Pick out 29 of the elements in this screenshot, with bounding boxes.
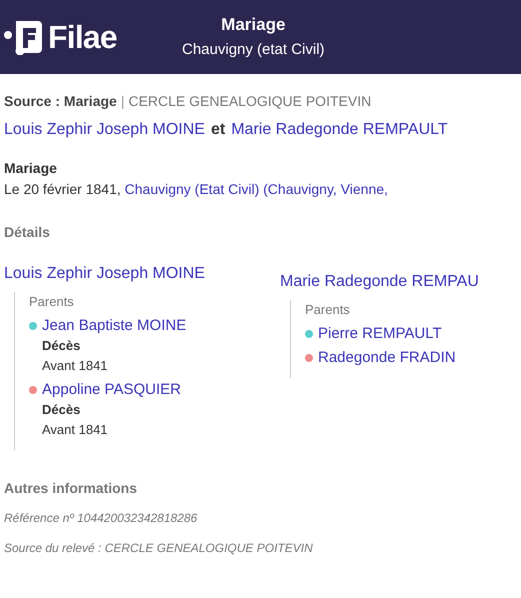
parents-label: Parents xyxy=(29,293,75,311)
separator: | xyxy=(120,92,124,111)
section-heading: Détails xyxy=(4,223,51,242)
logo-icon xyxy=(4,19,44,55)
source-name: CERCLE GENEALOGIQUE POITEVIN xyxy=(128,92,372,111)
parents-label: Parents xyxy=(305,301,351,319)
event-value: Avant 1841 xyxy=(42,421,109,439)
event-value: Avant 1841 xyxy=(42,357,109,375)
conjunction: et xyxy=(210,120,226,140)
spouse-link[interactable]: Louis Zephir Joseph MOINE xyxy=(4,118,205,142)
parent-link[interactable]: Pierre REMPAULT xyxy=(318,324,442,344)
event-label: Décès xyxy=(42,401,82,419)
person-link[interactable]: Louis Zephir Joseph MOINE xyxy=(4,262,280,286)
page-subtitle: Chauvigny (etat Civil) xyxy=(182,40,325,60)
section-heading: Autres informations xyxy=(4,479,138,498)
page-title: Mariage xyxy=(221,14,286,36)
event-title: Mariage xyxy=(4,159,58,178)
source-label: Source : Mariage xyxy=(4,92,117,111)
logo-text[interactable]: Filae xyxy=(48,21,117,53)
parent-link[interactable]: Jean Baptiste MOINE xyxy=(42,316,186,336)
spouse-link[interactable]: Marie Radegonde REMPAULT xyxy=(231,118,448,142)
person-link[interactable]: Marie Radegonde REMPAU xyxy=(280,270,517,294)
event-description: Le 20 février 1841, Chauvigny (Etat Civil) (Chauvigny, Vienne, xyxy=(4,180,389,199)
event-label: Décès xyxy=(42,337,82,355)
parent-link[interactable]: Appoline PASQUIER xyxy=(42,380,181,400)
info-line: Référence nº 104420032342818286 xyxy=(4,510,198,527)
place-link[interactable]: Chauvigny (Etat Civil) (Chauvigny, Vienne, xyxy=(124,181,388,197)
parent-link[interactable]: Radegonde FRADIN xyxy=(318,348,456,368)
info-line: Source du relevé : CERCLE GENEALOGIQUE POITEVIN xyxy=(4,540,314,557)
